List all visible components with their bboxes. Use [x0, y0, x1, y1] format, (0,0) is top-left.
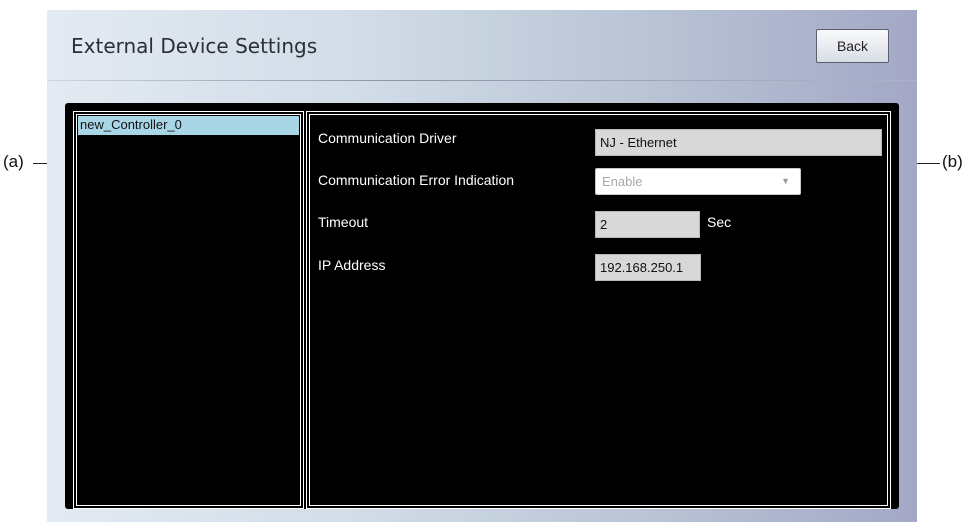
callout-b-label: (b): [942, 152, 963, 171]
device-list-item[interactable]: new_Controller_0: [78, 116, 299, 135]
callout-a-label: (a): [3, 152, 24, 171]
device-list: new_Controller_0: [73, 111, 304, 509]
device-detail-panel: Communication Driver NJ - Ethernet Commu…: [306, 111, 891, 509]
communication-driver-label: Communication Driver: [318, 130, 457, 146]
title-divider: [47, 80, 917, 81]
chevron-down-icon: ▼: [781, 176, 790, 186]
error-indication-dropdown[interactable]: Enable ▼: [595, 168, 801, 195]
settings-panel: new_Controller_0 Communication Driver NJ…: [65, 103, 899, 509]
settings-screen: External Device Settings Back new_Contro…: [47, 10, 917, 522]
timeout-input[interactable]: 2: [595, 211, 700, 238]
communication-driver-field: NJ - Ethernet: [595, 129, 882, 156]
ip-address-label: IP Address: [318, 257, 386, 273]
timeout-label: Timeout: [318, 214, 369, 230]
page-title: External Device Settings: [71, 34, 318, 58]
error-indication-value: Enable: [602, 174, 643, 189]
ip-address-input[interactable]: 192.168.250.1: [595, 254, 701, 281]
error-indication-label: Communication Error Indication: [318, 172, 515, 188]
timeout-unit: Sec: [707, 214, 732, 230]
back-button[interactable]: Back: [816, 29, 889, 63]
